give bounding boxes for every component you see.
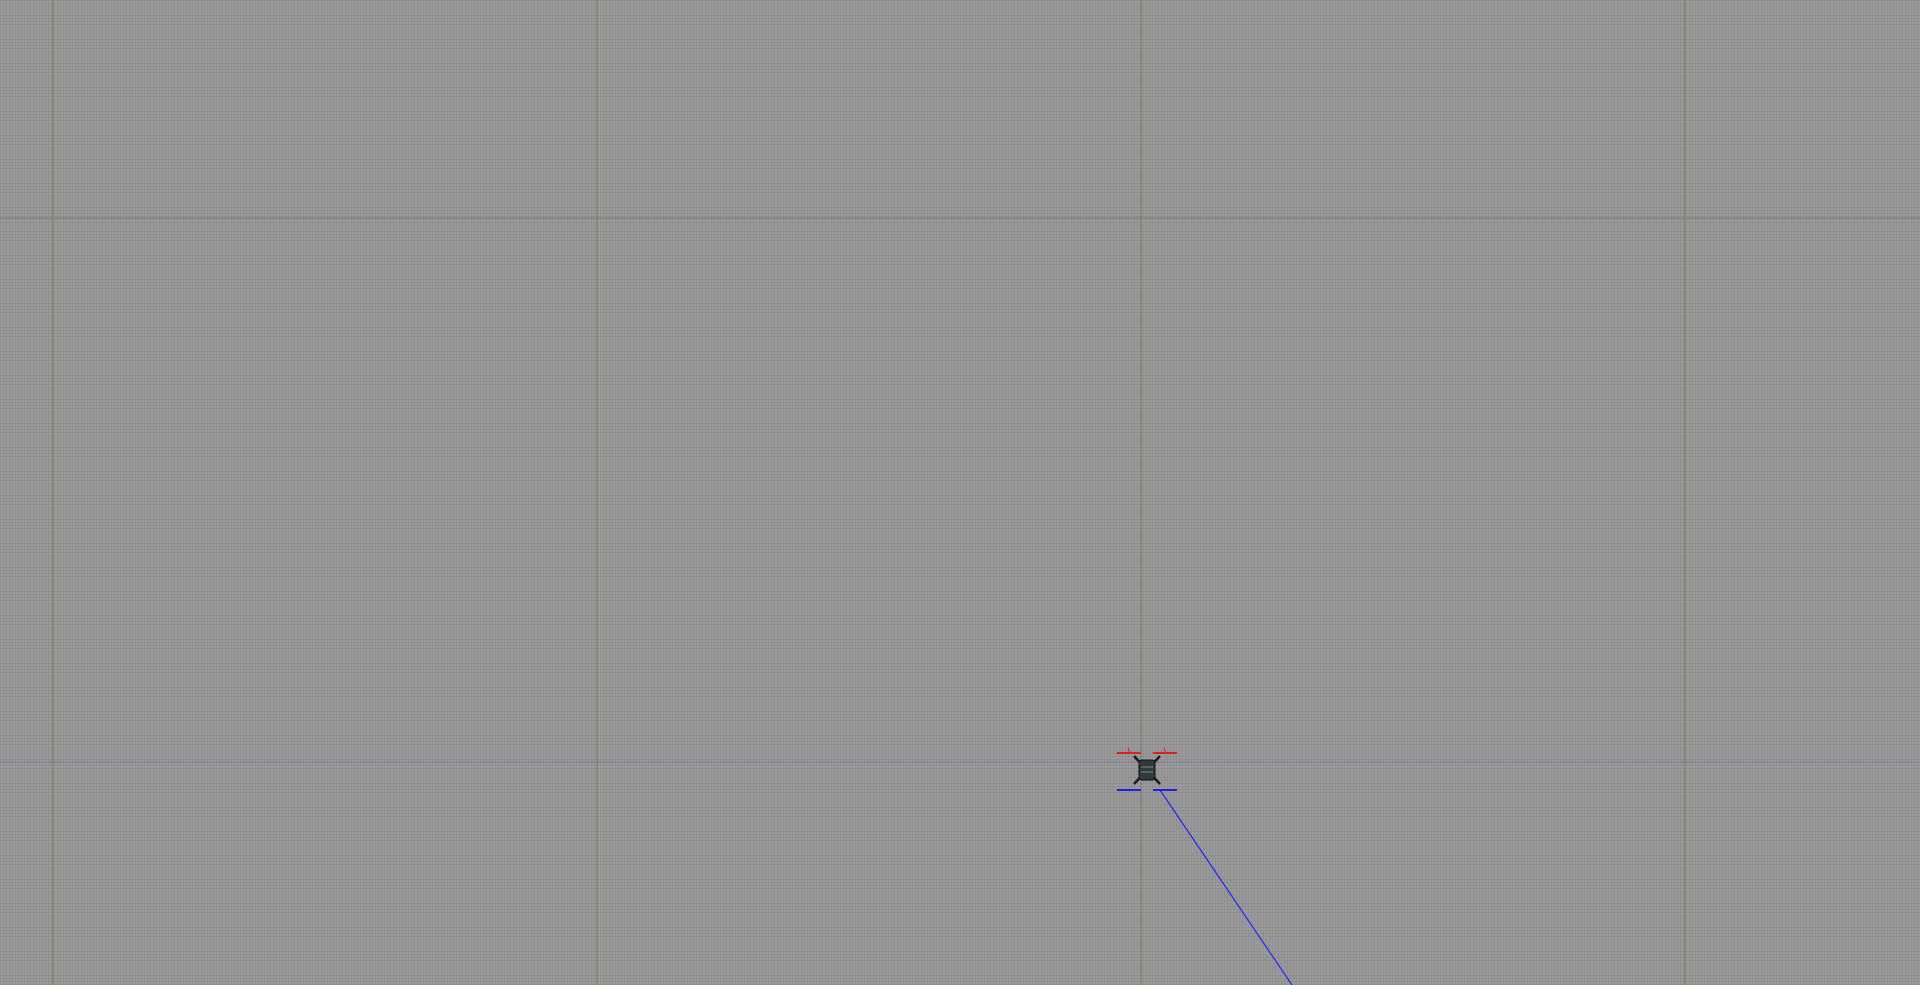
front-right-rotor bbox=[1153, 747, 1177, 754]
front-left-rotor bbox=[1117, 747, 1141, 754]
quadcopter-icon[interactable] bbox=[1117, 747, 1177, 791]
scene-canvas bbox=[0, 0, 1920, 985]
trajectory-line bbox=[1159, 789, 1293, 985]
3d-viewport[interactable] bbox=[0, 0, 1920, 985]
quadcopter-body bbox=[1138, 759, 1156, 781]
